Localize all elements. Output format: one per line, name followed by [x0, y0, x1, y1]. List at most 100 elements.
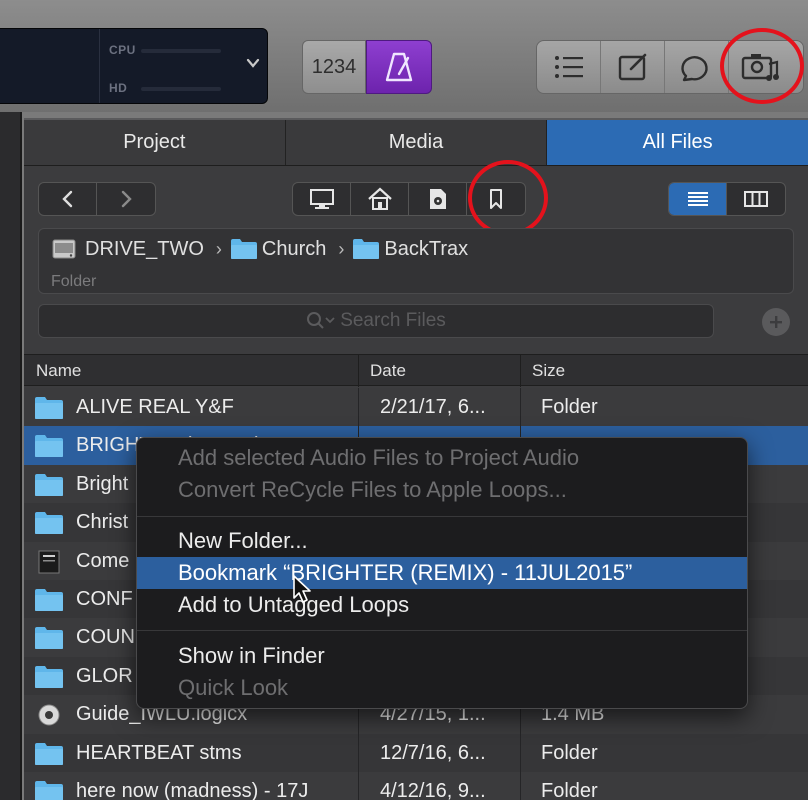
- table-row[interactable]: ALIVE REAL Y&F 2/21/17, 6... Folder: [24, 388, 808, 427]
- menu-item-convert-recycle[interactable]: Convert ReCycle Files to Apple Loops...: [137, 474, 747, 506]
- column-divider: [520, 388, 521, 427]
- folder-icon: [35, 397, 63, 419]
- folder-icon: [230, 239, 257, 259]
- forward-button[interactable]: [97, 183, 155, 215]
- folder-icon: [35, 473, 63, 496]
- column-divider: [520, 771, 521, 800]
- tab-media[interactable]: Media: [285, 120, 548, 165]
- chevron-down-icon[interactable]: [245, 55, 261, 71]
- browser-camera-music-icon: [741, 54, 779, 81]
- plus-icon: [770, 316, 782, 328]
- folder-icon: [35, 780, 63, 800]
- list-view-button[interactable]: [669, 183, 727, 215]
- computer-button[interactable]: [293, 183, 351, 215]
- breadcrumb-folder-church[interactable]: Church: [230, 238, 326, 261]
- file-size: Folder: [541, 741, 598, 764]
- table-row[interactable]: here now (madness) - 17J 4/12/16, 9... Fol…: [24, 771, 808, 800]
- column-view-icon: [744, 191, 768, 207]
- hd-label: HD: [109, 81, 128, 95]
- column-view-button[interactable]: [727, 183, 785, 215]
- chevron-right-icon: [121, 190, 132, 208]
- file-date: 12/7/16, 6...: [380, 741, 486, 764]
- count-in-label: 1234: [311, 55, 357, 78]
- breadcrumb-drive[interactable]: DRIVE_TWO: [51, 237, 204, 261]
- list-icon: [554, 56, 583, 78]
- file-name: here now (madness) - 17J: [76, 779, 309, 800]
- file-list-header: Name Date Size: [24, 354, 808, 387]
- context-menu: Add selected Audio Files to Project Audi…: [136, 437, 748, 709]
- table-row[interactable]: HEARTBEAT stms 12/7/16, 6... Folder: [24, 733, 808, 772]
- file-size: Folder: [541, 396, 598, 418]
- menu-item-show-in-finder[interactable]: Show in Finder: [137, 640, 747, 672]
- tab-project[interactable]: Project: [24, 120, 286, 165]
- back-button[interactable]: [39, 183, 97, 215]
- folder-icon: [35, 665, 63, 688]
- file-date: 4/12/16, 9...: [380, 779, 486, 800]
- column-header-date[interactable]: Date: [370, 361, 406, 381]
- breadcrumb-folder-backtrax[interactable]: BackTrax: [352, 238, 468, 261]
- tracks-area-edge: [0, 112, 22, 800]
- lcd-display[interactable]: CPU HD: [0, 28, 268, 104]
- menu-item-new-folder[interactable]: New Folder...: [137, 525, 747, 557]
- menu-separator: [137, 630, 747, 631]
- file-name: ALIVE REAL Y&F: [76, 396, 234, 418]
- file-name: HEARTBEAT stms: [76, 741, 242, 764]
- breadcrumb: DRIVE_TWO › Church › BackTrax: [51, 237, 468, 261]
- cpu-meter: [141, 49, 221, 53]
- chevron-left-icon: [61, 190, 72, 208]
- browser-button[interactable]: [729, 41, 793, 93]
- menu-item-bookmark[interactable]: Bookmark “BRIGHTER (REMIX) - 11JUL2015”: [137, 557, 747, 589]
- tab-all-files[interactable]: All Files: [547, 120, 808, 165]
- search-input[interactable]: Search Files: [38, 304, 714, 338]
- document-disc-icon: [429, 189, 446, 209]
- loop-browser-button[interactable]: [665, 41, 729, 93]
- loop-icon: [680, 56, 708, 82]
- folder-icon: [35, 512, 63, 535]
- column-divider: [358, 388, 359, 427]
- list-editors-button[interactable]: [537, 41, 601, 93]
- folder-icon: [35, 742, 63, 765]
- view-toggle-group: [536, 40, 804, 94]
- home-icon: [367, 187, 392, 210]
- metronome-button[interactable]: [366, 40, 432, 94]
- menu-item-quick-look[interactable]: Quick Look: [137, 672, 747, 704]
- audio-file-icon: [38, 550, 60, 574]
- column-header-size[interactable]: Size: [532, 361, 565, 381]
- mouse-pointer-icon: [293, 575, 311, 603]
- menu-item-add-untagged-loops[interactable]: Add to Untagged Loops: [137, 589, 747, 621]
- home-button[interactable]: [351, 183, 409, 215]
- logic-project-icon: [38, 704, 60, 726]
- column-divider: [520, 733, 521, 772]
- add-location-button[interactable]: [762, 308, 790, 336]
- breadcrumb-separator: ›: [215, 238, 222, 259]
- metronome-icon: [385, 52, 413, 82]
- hard-drive-icon: [52, 239, 76, 259]
- view-mode-toggle: [668, 182, 786, 216]
- bookmark-icon: [490, 189, 502, 209]
- notepad-icon: [618, 53, 646, 81]
- search-placeholder: Search Files: [340, 310, 446, 331]
- project-folder-button[interactable]: [409, 183, 467, 215]
- list-view-icon: [687, 192, 708, 206]
- search-icon: [307, 312, 335, 329]
- menu-separator: [137, 516, 747, 517]
- column-divider[interactable]: [520, 355, 521, 387]
- breadcrumb-separator: ›: [338, 238, 345, 259]
- history-nav: [38, 182, 156, 216]
- column-header-name[interactable]: Name: [36, 361, 81, 381]
- browser-tabs: Project Media All Files: [24, 120, 808, 166]
- breadcrumb-drive-label: DRIVE_TWO: [85, 237, 204, 260]
- path-kind-label: Folder: [51, 273, 97, 290]
- count-in-button[interactable]: 1234: [302, 40, 366, 94]
- menu-item-add-audio[interactable]: Add selected Audio Files to Project Audi…: [137, 442, 747, 474]
- cpu-label: CPU: [109, 43, 136, 57]
- file-date: 2/21/17, 6...: [380, 396, 486, 418]
- bookmarks-button[interactable]: [467, 183, 525, 215]
- notepad-button[interactable]: [601, 41, 665, 93]
- computer-icon: [309, 189, 334, 209]
- column-divider[interactable]: [358, 355, 359, 387]
- folder-icon: [35, 435, 63, 458]
- folder-icon: [353, 239, 380, 259]
- breadcrumb-folder-backtrax-label: BackTrax: [384, 237, 469, 260]
- path-bar: DRIVE_TWO › Church › BackTrax Folder: [38, 228, 794, 294]
